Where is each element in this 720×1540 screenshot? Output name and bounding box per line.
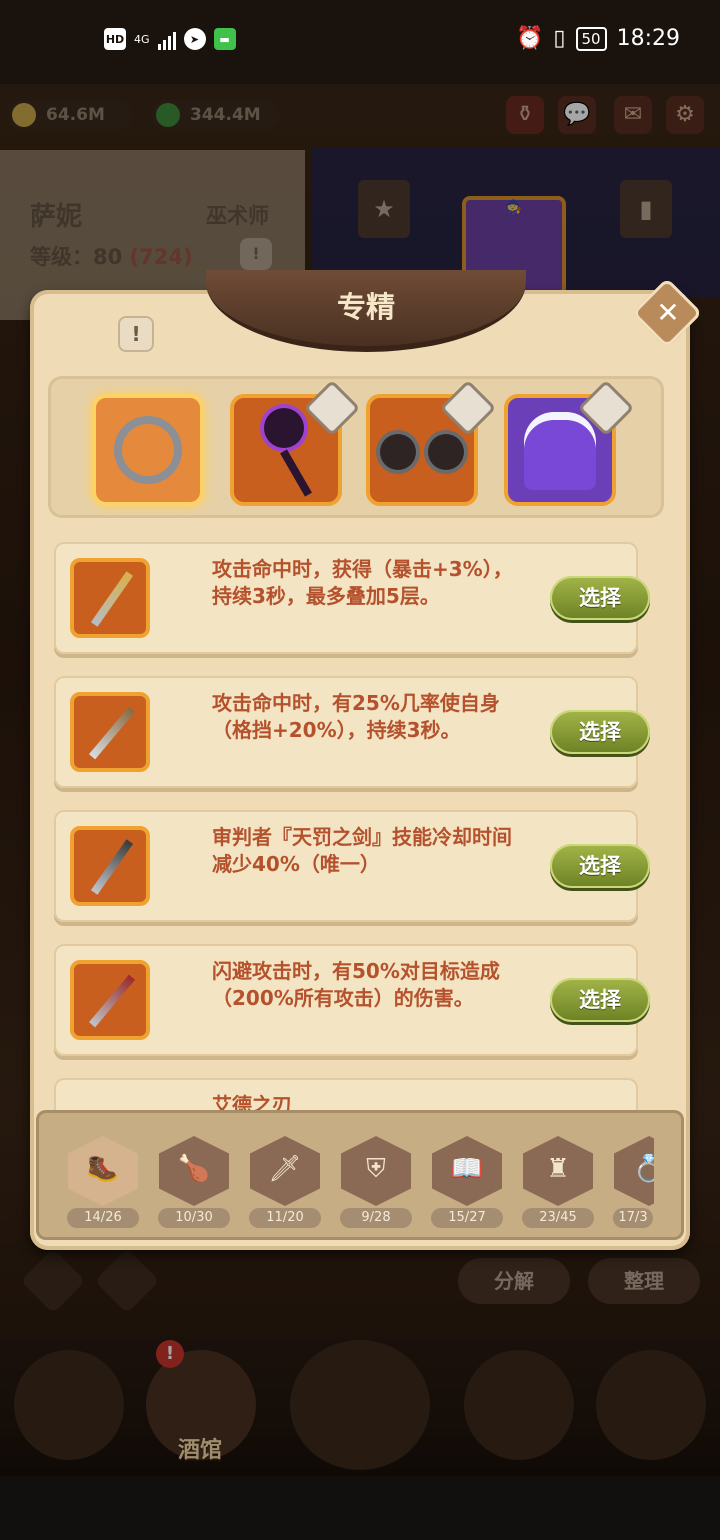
option-card-2: 攻击命中时，有25%几率使自身（格挡+20%），持续3秒。 选择 (54, 676, 650, 788)
battery-indicator: 50 (575, 26, 607, 51)
category-count: 11/20 (249, 1208, 321, 1228)
club-icon-glyph: 🍗 (177, 1154, 211, 1184)
equip-slot-staff[interactable] (230, 379, 361, 506)
status-bar: HD 4G ➤ ▬ ⏰ ▯ 50 18:29 (0, 0, 720, 84)
info-icon[interactable]: ! (118, 316, 154, 352)
app-notification-icon: ➤ (183, 28, 206, 50)
boot-icon-glyph: 🥾 (86, 1154, 120, 1184)
select-button-2[interactable]: 选择 (550, 710, 650, 754)
hooked-blade (90, 839, 134, 895)
category-count: 14/26 (67, 1208, 139, 1228)
sword-blade (90, 571, 134, 627)
category-count: 15/27 (431, 1208, 503, 1228)
category-count: 17/3 (613, 1208, 653, 1228)
option-text-2: 攻击命中时，有25%几率使自身（格挡+20%），持续3秒。 (212, 691, 500, 742)
ring-icon-glyph: 💍 (632, 1154, 654, 1184)
goggles-icon (380, 434, 416, 470)
system-home-bar (0, 1476, 720, 1540)
staff-icon (264, 408, 304, 448)
boot-icon[interactable]: 🥾 (68, 1136, 138, 1206)
status-left-icons: HD 4G ➤ ▬ (104, 28, 236, 50)
ring-icon[interactable]: 💍 (614, 1136, 654, 1206)
staff-shaft (280, 449, 312, 497)
armor-icon[interactable]: ♜ (523, 1136, 593, 1206)
equip-slot-ring[interactable] (92, 394, 204, 506)
category-count: 10/30 (158, 1208, 230, 1228)
option-card-1: 攻击命中时，获得（暴击+3%），持续3秒，最多叠加5层。 选择 (54, 542, 650, 654)
close-icon[interactable]: ✕ (648, 296, 688, 329)
info-badge-icon[interactable] (439, 379, 497, 437)
shield-icon-glyph: ⛨ (366, 1154, 386, 1184)
equip-slot-goggles[interactable] (366, 379, 497, 506)
book-icon-glyph: 📖 (450, 1154, 484, 1184)
category-count: 9/28 (340, 1208, 412, 1228)
option-text-3: 审判者『天罚之剑』技能冷却时间减少40%（唯一） (212, 825, 512, 876)
goggles-lens (428, 434, 464, 470)
option-card-3: 审判者『天罚之剑』技能冷却时间减少40%（唯一） 选择 (54, 810, 650, 922)
select-button-1[interactable]: 选择 (550, 576, 650, 620)
book-icon[interactable]: 📖 (432, 1136, 502, 1206)
sword-icon-glyph: 🗡 (268, 1154, 302, 1184)
golden-sword-icon (70, 558, 150, 638)
category-count: 23/45 (522, 1208, 594, 1228)
dark-blade (89, 974, 135, 1028)
vibrate-icon: ▯ (553, 26, 566, 51)
select-button-4[interactable]: 选择 (550, 978, 650, 1022)
dark-dagger-icon (70, 960, 150, 1040)
select-button-3[interactable]: 选择 (550, 844, 650, 888)
info-badge-icon[interactable] (303, 379, 361, 437)
clock: 18:29 (616, 26, 680, 51)
armor-icon-glyph: ♜ (546, 1154, 570, 1184)
option-card-4: 闪避攻击时，有50%对目标造成（200%所有攻击）的伤害。 选择 (54, 944, 650, 1056)
hd-icon: HD (104, 28, 126, 50)
ring-icon (114, 416, 182, 484)
curved-dagger-icon (70, 692, 150, 772)
equip-slot-cloak[interactable] (504, 379, 635, 506)
modal-title: 专精 (336, 290, 395, 324)
alarm-icon: ⏰ (515, 26, 544, 51)
message-app-icon: ▬ (213, 28, 236, 50)
equipment-row (48, 376, 664, 518)
dagger-blade (89, 706, 135, 760)
cloak-icon (524, 412, 596, 490)
status-right: ⏰ ▯ 50 18:29 (516, 26, 680, 51)
hooked-sword-icon (70, 826, 150, 906)
network-label: 4G (134, 32, 150, 46)
shield-icon[interactable]: ⛨ (341, 1136, 411, 1206)
option-text-1: 攻击命中时，获得（暴击+3%），持续3秒，最多叠加5层。 (212, 557, 513, 608)
option-text-4: 闪避攻击时，有50%对目标造成（200%所有攻击）的伤害。 (212, 959, 500, 1010)
signal-icon (157, 28, 176, 50)
sword-icon[interactable]: 🗡 (250, 1136, 320, 1206)
specialization-modal: 专精 ✕ ! 攻击命中时，获得（暴击+3%），持续3秒，最多叠加5层。 选择 攻… (30, 270, 703, 1250)
club-icon[interactable]: 🍗 (159, 1136, 229, 1206)
